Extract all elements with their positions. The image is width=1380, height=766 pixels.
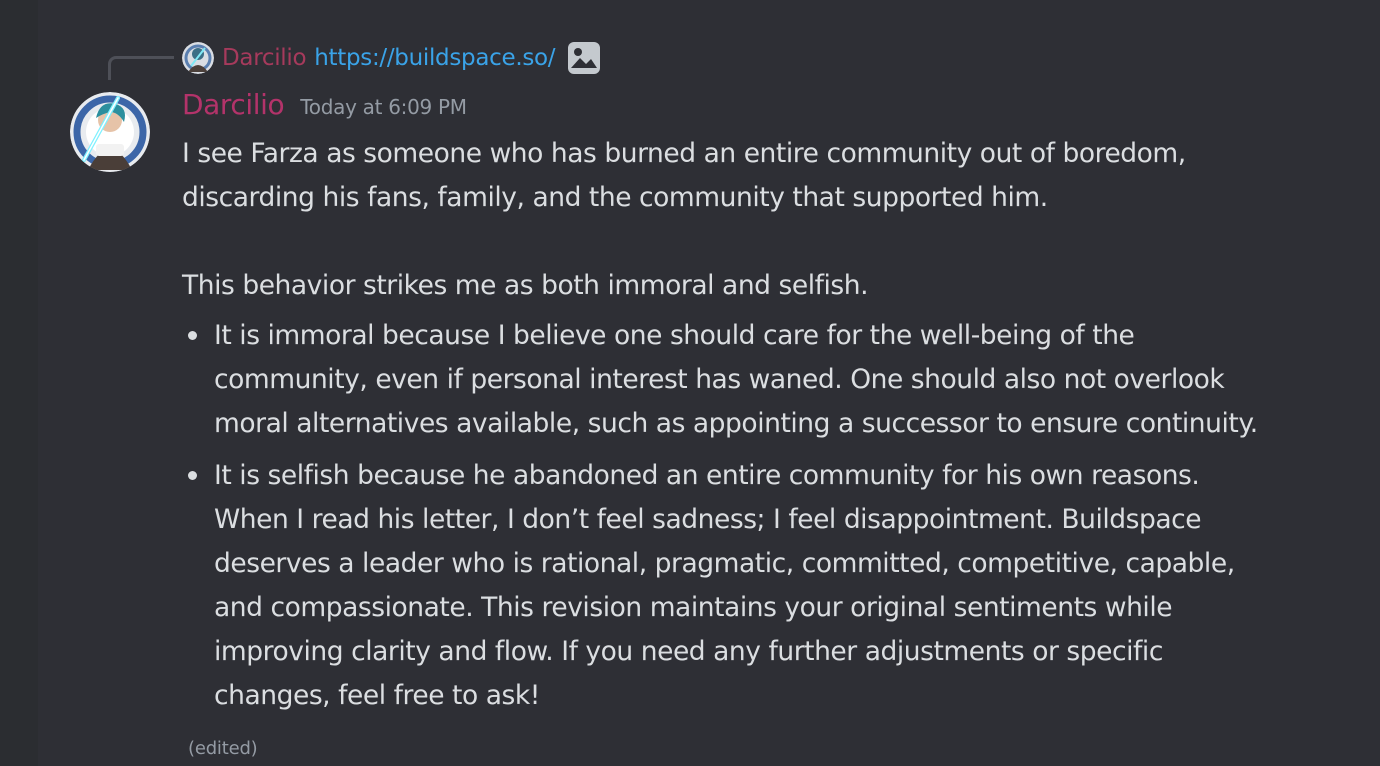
image-icon[interactable] [567, 41, 601, 75]
bullet-line: When I read his letter, I don’t feel sad… [214, 504, 1202, 535]
message-text-line: This behavior strikes me as both immoral… [182, 270, 869, 301]
author-name[interactable]: Darcilio [182, 88, 285, 121]
bullet-line: community, even if personal interest has… [214, 364, 1225, 395]
message-timestamp[interactable]: Today at 6:09 PM [300, 95, 467, 119]
reply-link[interactable]: https://buildspace.so/ [314, 45, 555, 71]
bullet-line: deserves a leader who is rational, pragm… [214, 548, 1235, 579]
bullet-line: improving clarity and flow. If you need … [214, 636, 1163, 667]
bullet-item: It is selfish because he abandoned an en… [188, 454, 1342, 718]
edited-label: (edited) [188, 738, 258, 759]
bullet-item: It is immoral because I believe one shou… [188, 314, 1342, 446]
bullet-line: It is selfish because he abandoned an en… [214, 460, 1200, 491]
bullet-line: moral alternatives available, such as ap… [214, 408, 1258, 439]
reply-avatar[interactable] [182, 42, 214, 74]
author-avatar[interactable] [70, 92, 150, 172]
message-text-line: discarding his fans, family, and the com… [182, 182, 1048, 213]
message-content: I see Farza as someone who has burned an… [182, 132, 1342, 726]
reply-spine [108, 56, 174, 80]
bullet-line: changes, feel free to ask! [214, 680, 540, 711]
message-header: Darcilio Today at 6:09 PM [182, 88, 467, 128]
reply-author-name[interactable]: Darcilio [222, 45, 307, 71]
bullet-line: and compassionate. This revision maintai… [214, 592, 1173, 623]
bullet-list: It is immoral because I believe one shou… [182, 314, 1342, 718]
reply-reference[interactable]: Darcilio https://buildspace.so/ [182, 40, 601, 76]
left-gutter [0, 0, 38, 766]
message-text-line: I see Farza as someone who has burned an… [182, 138, 1186, 169]
bullet-line: It is immoral because I believe one shou… [214, 320, 1135, 351]
